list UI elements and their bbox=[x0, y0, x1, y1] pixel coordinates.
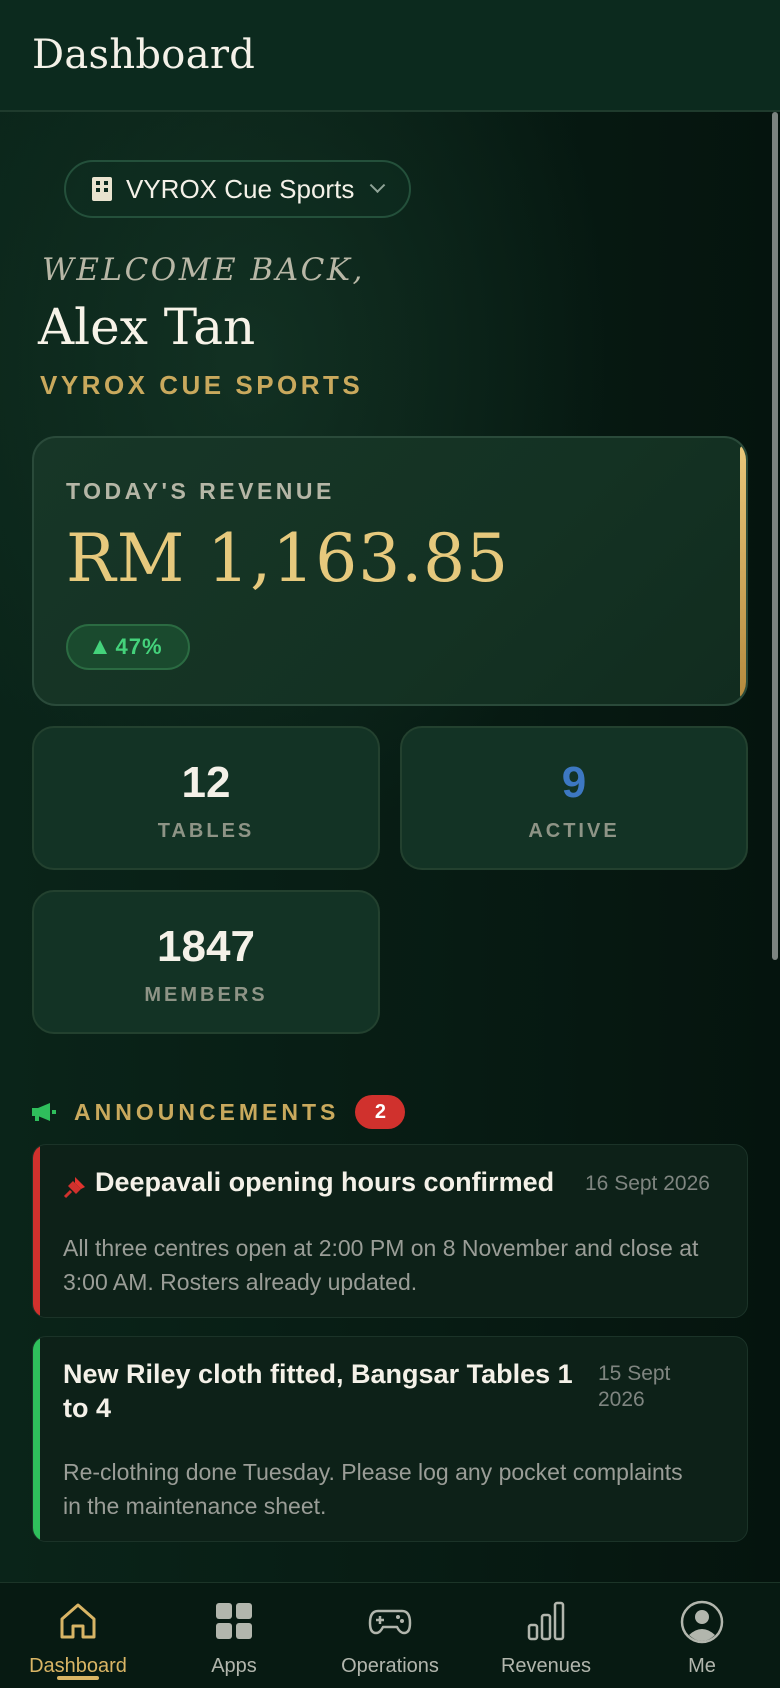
active-nav-indicator bbox=[57, 1676, 99, 1680]
user-circle-icon bbox=[680, 1600, 724, 1644]
announcement-title: Deepavali opening hours confirmed bbox=[95, 1167, 555, 1197]
bar-chart-icon bbox=[527, 1601, 565, 1641]
revenue-value: RM 1,163.85 bbox=[66, 520, 510, 597]
app-header: Dashboard bbox=[0, 0, 780, 112]
welcome-greeting: WELCOME BACK, bbox=[42, 252, 365, 288]
nav-item-dashboard[interactable]: Dashboard bbox=[0, 1583, 156, 1688]
card-accent bbox=[33, 1145, 40, 1317]
card-accent bbox=[740, 446, 746, 698]
announcement-card[interactable]: New Riley cloth fitted, Bangsar Tables 1… bbox=[32, 1336, 748, 1542]
announcement-date: 15 Sept 2026 bbox=[598, 1362, 671, 1411]
scrollbar[interactable] bbox=[772, 112, 778, 960]
stat-value: 1847 bbox=[157, 922, 255, 971]
stat-label: ACTIVE bbox=[528, 820, 620, 842]
venue-name: VYROX CUE SPORTS bbox=[40, 370, 364, 400]
chevron-down-icon bbox=[370, 176, 386, 193]
building-icon bbox=[92, 177, 112, 201]
gamepad-icon bbox=[368, 1609, 412, 1635]
revenue-delta-value: 47% bbox=[115, 634, 163, 659]
announcements-count-badge: 2 bbox=[355, 1095, 406, 1129]
revenue-card[interactable]: TODAY'S REVENUE RM 1,163.85 47% bbox=[32, 436, 748, 706]
nav-label: Me bbox=[688, 1655, 716, 1677]
card-accent bbox=[33, 1337, 40, 1541]
revenue-delta-badge: 47% bbox=[66, 624, 190, 670]
nav-label: Revenues bbox=[500, 1655, 592, 1677]
venue-select[interactable]: VYROX Cue Sports bbox=[64, 160, 411, 218]
nav-item-revenues[interactable]: Revenues bbox=[468, 1583, 624, 1688]
stat-label: MEMBERS bbox=[144, 984, 268, 1006]
nav-label: Operations bbox=[341, 1655, 439, 1677]
stat-label: TABLES bbox=[157, 820, 255, 842]
stat-card-tables[interactable]: 12 TABLES bbox=[32, 726, 380, 870]
nav-item-operations[interactable]: Operations bbox=[312, 1583, 468, 1688]
announcement-body: Re-clothing done Tuesday. Please log any… bbox=[63, 1459, 683, 1519]
nav-item-me[interactable]: Me bbox=[624, 1583, 780, 1688]
stat-value: 12 bbox=[181, 758, 231, 807]
home-icon bbox=[60, 1603, 96, 1639]
page-title: Dashboard bbox=[32, 32, 256, 78]
user-name: Alex Tan bbox=[38, 298, 256, 356]
announcement-title: New Riley cloth fitted, Bangsar Tables 1… bbox=[63, 1359, 573, 1423]
stat-card-members[interactable]: 1847 MEMBERS bbox=[32, 890, 380, 1034]
venue-select-value: VYROX Cue Sports bbox=[126, 173, 355, 204]
megaphone-icon bbox=[32, 1102, 56, 1122]
revenue-label: TODAY'S REVENUE bbox=[66, 478, 335, 504]
pin-icon bbox=[63, 1177, 85, 1199]
announcement-card[interactable]: Deepavali opening hours confirmed 16 Sep… bbox=[32, 1144, 748, 1318]
announcements-title: ANNOUNCEMENTS bbox=[74, 1098, 340, 1125]
nav-label: Dashboard bbox=[29, 1655, 127, 1677]
stat-value: 9 bbox=[561, 758, 587, 807]
stat-card-active[interactable]: 9 ACTIVE bbox=[400, 726, 748, 870]
nav-item-apps[interactable]: Apps bbox=[156, 1583, 312, 1688]
announcement-body: All three centres open at 2:00 PM on 8 N… bbox=[63, 1235, 699, 1295]
announcements-header: ANNOUNCEMENTS 2 bbox=[32, 1092, 406, 1132]
apps-grid-icon bbox=[216, 1603, 252, 1639]
nav-label: Apps bbox=[211, 1655, 257, 1677]
arrow-up-icon bbox=[93, 640, 108, 654]
announcement-date: 16 Sept 2026 bbox=[585, 1172, 710, 1195]
bottom-nav: Dashboard Apps Operations Revenues Me bbox=[0, 1582, 780, 1688]
